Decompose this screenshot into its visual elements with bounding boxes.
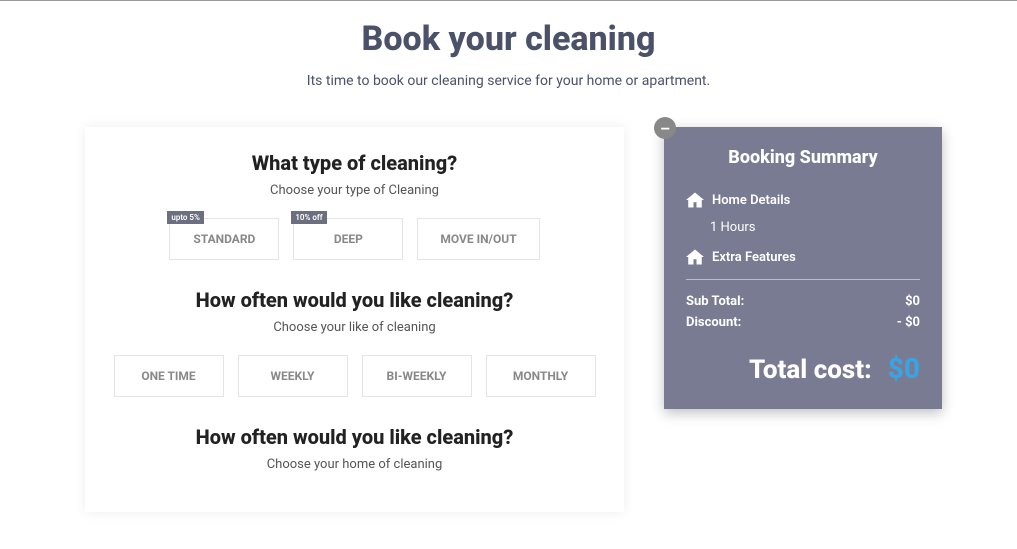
extra-features-label: Extra Features (712, 250, 796, 265)
option-standard[interactable]: upto 5% STANDARD (169, 218, 279, 260)
home-icon (686, 249, 704, 265)
option-label: MOVE IN/OUT (440, 232, 516, 246)
option-label: ONE TIME (141, 369, 195, 383)
total-label: Total cost: (749, 355, 872, 385)
form-column: What type of cleaning? Choose your type … (85, 127, 624, 512)
option-label: STANDARD (193, 232, 255, 246)
home-icon (686, 192, 704, 208)
option-biweekly[interactable]: BI-WEEKLY (362, 355, 472, 397)
option-label: WEEKLY (271, 369, 315, 383)
total-value: $0 (888, 352, 920, 385)
option-weekly[interactable]: WEEKLY (238, 355, 348, 397)
option-row-type: upto 5% STANDARD 10% off DEEP MOVE IN/OU… (105, 218, 604, 260)
option-label: BI-WEEKLY (387, 369, 447, 383)
section-sub: Choose your type of Cleaning (105, 183, 604, 198)
badge-deep: 10% off (291, 211, 326, 224)
badge-standard: upto 5% (167, 211, 204, 224)
subtotal-row: Sub Total: $0 (686, 294, 920, 309)
section-cleaning-type: What type of cleaning? Choose your type … (105, 151, 604, 260)
page-subtitle: Its time to book our cleaning service fo… (0, 73, 1017, 89)
option-label: DEEP (334, 232, 363, 246)
summary-divider (686, 279, 920, 280)
summary-wrapper: – Booking Summary Home Details 1 Hours E… (664, 127, 942, 409)
section-heading: How often would you like cleaning? (105, 288, 604, 312)
option-label: MONTHLY (513, 369, 568, 383)
discount-row: Discount: - $0 (686, 315, 920, 330)
booking-summary: Booking Summary Home Details 1 Hours Ext… (664, 127, 942, 409)
section-frequency: How often would you like cleaning? Choos… (105, 288, 604, 397)
summary-toggle[interactable]: – (654, 117, 676, 139)
page-title: Book your cleaning (0, 19, 1017, 59)
section-home: How often would you like cleaning? Choos… (105, 425, 604, 472)
section-sub: Choose your like of cleaning (105, 320, 604, 335)
option-move[interactable]: MOVE IN/OUT (417, 218, 539, 260)
home-details-line: Home Details (686, 192, 920, 208)
section-sub: Choose your home of cleaning (105, 457, 604, 472)
summary-title: Booking Summary (686, 147, 920, 168)
option-deep[interactable]: 10% off DEEP (293, 218, 403, 260)
option-row-frequency: ONE TIME WEEKLY BI-WEEKLY MONTHLY (105, 355, 604, 397)
section-heading: What type of cleaning? (105, 151, 604, 175)
home-details-label: Home Details (712, 193, 790, 208)
option-one-time[interactable]: ONE TIME (114, 355, 224, 397)
minus-icon: – (660, 119, 670, 138)
extra-features-line: Extra Features (686, 249, 920, 265)
total-row: Total cost: $0 (686, 352, 920, 385)
discount-label: Discount: (686, 315, 741, 330)
subtotal-label: Sub Total: (686, 294, 744, 309)
main-container: What type of cleaning? Choose your type … (0, 97, 1017, 512)
page-header: Book your cleaning Its time to book our … (0, 1, 1017, 97)
subtotal-value: $0 (905, 294, 920, 309)
option-monthly[interactable]: MONTHLY (486, 355, 596, 397)
hours-value: 1 Hours (686, 220, 920, 235)
section-heading: How often would you like cleaning? (105, 425, 604, 449)
discount-value: - $0 (897, 315, 920, 330)
